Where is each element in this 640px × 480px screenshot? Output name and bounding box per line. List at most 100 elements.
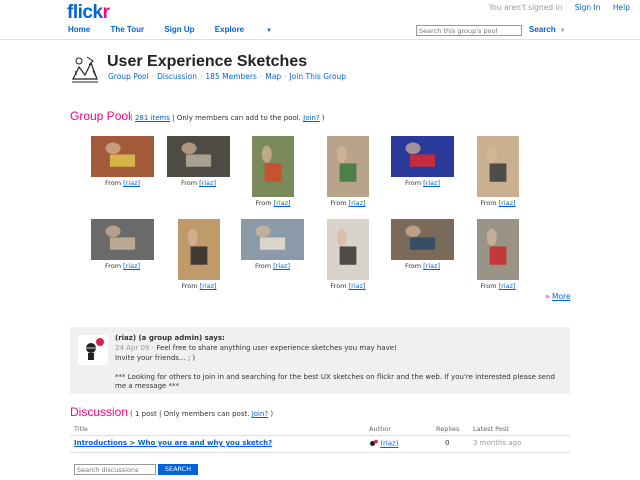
photo-thumbnail[interactable]	[178, 219, 220, 280]
photo-thumbnail[interactable]	[327, 219, 369, 280]
photo-thumbnail[interactable]	[91, 219, 154, 260]
pool-photo: From [riaz]	[168, 219, 230, 290]
group-buddy-icon[interactable]	[69, 53, 101, 85]
group-nav-join[interactable]: Join This Group	[289, 72, 346, 81]
group-nav-members[interactable]: 185 Members	[205, 72, 256, 81]
from-label: From	[255, 199, 274, 207]
from-label: From	[104, 179, 124, 187]
group-subnav: Group Pool · Discussion · 185 Members · Map · Jo…	[108, 72, 346, 81]
photo-caption: From [riaz]	[81, 262, 164, 270]
pool-photo: From [riaz]	[381, 219, 464, 270]
not-signed-in-text: You aren't signed in	[488, 3, 563, 12]
nav-explore[interactable]: Explore ▼	[215, 25, 290, 34]
col-author: Author	[369, 425, 391, 433]
photo-owner-link[interactable]: [riaz]	[123, 262, 140, 270]
flickr-logo[interactable]: flickr	[67, 2, 110, 24]
admin-says-text: (riaz) (a group admin) says:	[115, 334, 225, 342]
photo-thumbnail[interactable]	[477, 136, 519, 197]
photo-thumbnail[interactable]	[477, 219, 519, 280]
chevron-down-icon: ▼	[266, 28, 273, 34]
photo-owner-link[interactable]: [riaz]	[349, 199, 366, 207]
photo-owner-link[interactable]: [riaz]	[423, 262, 440, 270]
photo-thumbnail[interactable]	[91, 136, 154, 177]
message-line-1: Feel free to share anything user experie…	[156, 344, 397, 352]
topic-link[interactable]: Introductions > Who you are and why you …	[74, 439, 272, 447]
from-label: From	[181, 282, 200, 290]
photo-owner-link[interactable]: [riaz]	[349, 282, 366, 290]
nav-tour[interactable]: The Tour	[110, 25, 144, 34]
photo-owner-link[interactable]: [riaz]	[499, 199, 516, 207]
discussion-join-link[interactable]: Join?	[252, 410, 268, 418]
pool-photo: From [riaz]	[81, 219, 164, 270]
help-link[interactable]: Help	[613, 3, 630, 12]
photo-thumbnail[interactable]	[391, 136, 454, 177]
post-date: 24 Apr 09 -	[115, 344, 155, 352]
pool-photo: From [riaz]	[467, 136, 529, 207]
photo-caption: From [riaz]	[381, 179, 464, 187]
photo-caption: From [riaz]	[168, 282, 230, 290]
account-links: You aren't signed in Sign In Help	[479, 3, 630, 12]
photo-thumbnail[interactable]	[327, 136, 369, 197]
more-link[interactable]: » More	[545, 292, 571, 301]
search-label: Search	[529, 25, 556, 34]
nav-home[interactable]: Home	[68, 25, 90, 34]
admin-message: 24 Apr 09 - Feel free to share anything …	[115, 344, 555, 392]
pool-items-link[interactable]: 281 items	[135, 114, 170, 122]
discussion-count: 1 post	[134, 410, 157, 418]
photo-owner-link[interactable]: [riaz]	[200, 282, 217, 290]
more-label: More	[551, 292, 571, 301]
paren-close: )	[321, 114, 325, 122]
photo-owner-link[interactable]: [riaz]	[199, 179, 216, 187]
photo-owner-link[interactable]: [riaz]	[274, 199, 291, 207]
nav-dot: ·	[200, 72, 203, 81]
col-replies: Replies	[436, 425, 460, 433]
group-nav-discussion[interactable]: Discussion	[157, 72, 197, 81]
nav-dot: ·	[284, 72, 287, 81]
admin-avatar[interactable]	[78, 335, 108, 365]
paren-close: )	[270, 410, 274, 418]
pool-search-input[interactable]	[416, 25, 522, 36]
from-label: From	[254, 262, 274, 270]
from-label: From	[404, 179, 424, 187]
discussion-search-button[interactable]: SEARCH	[158, 464, 198, 475]
photo-thumbnail[interactable]	[391, 219, 454, 260]
author-avatar-icon	[370, 439, 378, 446]
from-label: From	[104, 262, 124, 270]
from-label: From	[330, 282, 349, 290]
col-latest-post: Latest Post	[473, 425, 509, 433]
pool-photo: From [riaz]	[381, 136, 464, 187]
photo-thumbnail[interactable]	[241, 219, 304, 260]
discussion-heading: Discussion	[70, 405, 129, 419]
from-label: From	[480, 282, 499, 290]
pool-photo: From [riaz]	[317, 136, 379, 207]
paren-open: (	[130, 114, 133, 122]
photo-thumbnail[interactable]	[252, 136, 294, 197]
pool-members-only-text: Only members can add to the pool.	[176, 114, 301, 122]
separator: |	[172, 114, 175, 122]
search-menu-button[interactable]: Search ▼	[529, 25, 566, 34]
sign-in-link[interactable]: Sign In	[575, 3, 601, 12]
photo-owner-link[interactable]: [riaz]	[423, 179, 440, 187]
photo-caption: From [riaz]	[467, 199, 529, 207]
author-cell: (riaz)	[369, 439, 398, 448]
table-divider	[70, 435, 570, 436]
nav-sign-up[interactable]: Sign Up	[164, 25, 194, 34]
discussion-search-input[interactable]	[74, 464, 156, 475]
photo-owner-link[interactable]: [riaz]	[273, 262, 290, 270]
author-link[interactable]: (riaz)	[380, 440, 398, 448]
discussion-members-only-text: Only members can post.	[163, 410, 250, 418]
photo-owner-link[interactable]: [riaz]	[123, 179, 140, 187]
nav-dot: ·	[151, 72, 155, 81]
group-nav-pool[interactable]: Group Pool	[108, 72, 149, 81]
table-divider	[70, 452, 570, 453]
group-nav-map[interactable]: Map	[265, 72, 281, 81]
pool-join-link[interactable]: Join?	[303, 114, 319, 122]
photo-caption: From [riaz]	[317, 282, 379, 290]
admin-message-box: (riaz) (a group admin) says: 24 Apr 09 -…	[70, 327, 570, 394]
photo-owner-link[interactable]: [riaz]	[499, 282, 516, 290]
pool-photo: From [riaz]	[81, 136, 164, 187]
nav-divider	[0, 39, 640, 40]
main-nav: Home The Tour Sign Up Explore ▼	[68, 25, 308, 34]
photo-thumbnail[interactable]	[167, 136, 230, 177]
photo-caption: From [riaz]	[381, 262, 464, 270]
